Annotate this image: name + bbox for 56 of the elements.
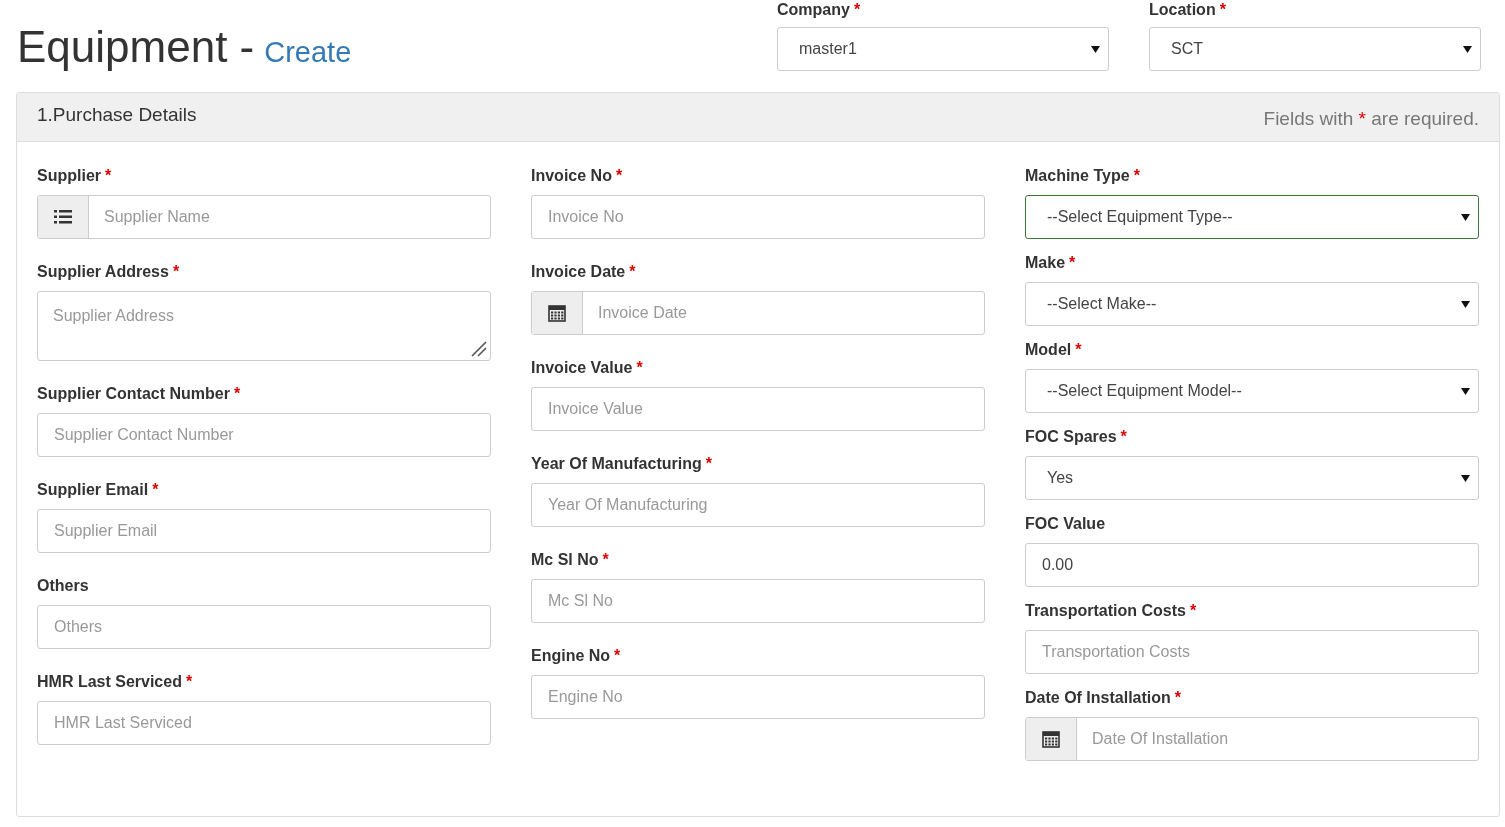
select-field[interactable]: SCT — [1149, 27, 1481, 71]
field-label: HMR Last Serviced * — [37, 672, 194, 692]
required-note: Fields with * are required. — [1263, 106, 1479, 131]
input-field[interactable]: 0.00 — [1025, 543, 1479, 587]
input-field[interactable]: Date Of Installation — [1025, 717, 1479, 761]
field-label: FOC Spares * — [1025, 427, 1128, 447]
input-field[interactable]: Others — [37, 605, 491, 649]
select-field[interactable]: --Select Equipment Type-- — [1025, 195, 1479, 239]
select-field[interactable]: Yes — [1025, 456, 1479, 500]
input-field[interactable]: Engine No — [531, 675, 985, 719]
input-field[interactable]: Invoice Date — [531, 291, 985, 335]
field-label: Model * — [1025, 340, 1083, 360]
page-subtitle: Create — [264, 35, 352, 70]
field-label: Supplier Email * — [37, 480, 160, 500]
input-field[interactable]: Supplier Contact Number — [37, 413, 491, 457]
caret-icon — [1461, 474, 1470, 482]
field-label: Year Of Manufacturing * — [531, 454, 713, 474]
field-label: Make * — [1025, 253, 1077, 273]
input-field[interactable]: Invoice Value — [531, 387, 985, 431]
input-field[interactable]: Mc Sl No — [531, 579, 985, 623]
field-label: Supplier Address * — [37, 262, 181, 282]
field-label: Date Of Installation * — [1025, 688, 1183, 708]
select-field[interactable]: master1 — [777, 27, 1109, 71]
field-label: Engine No * — [531, 646, 622, 666]
caret-icon — [1461, 213, 1470, 221]
field-label: Location * — [1149, 0, 1227, 20]
field-label: Company * — [777, 0, 862, 20]
field-label: Machine Type * — [1025, 166, 1141, 186]
select-field[interactable]: --Select Equipment Model-- — [1025, 369, 1479, 413]
page-title: Equipment - — [17, 22, 255, 72]
textarea-field[interactable]: Supplier Address — [37, 291, 491, 361]
field-label: Invoice Value * — [531, 358, 644, 378]
field-label: Invoice No * — [531, 166, 624, 186]
caret-icon — [1091, 45, 1100, 53]
input-field[interactable]: Year Of Manufacturing — [531, 483, 985, 527]
field-label: FOC Value — [1025, 514, 1107, 534]
input-field[interactable]: Transportation Costs — [1025, 630, 1479, 674]
input-field[interactable]: Supplier Email — [37, 509, 491, 553]
field-label: Transportation Costs * — [1025, 601, 1198, 621]
caret-icon — [1461, 300, 1470, 308]
field-label: Others — [37, 576, 90, 596]
list-icon — [54, 209, 72, 225]
calendar-icon — [1042, 730, 1060, 748]
caret-icon — [1461, 387, 1470, 395]
input-field[interactable]: Invoice No — [531, 195, 985, 239]
field-label: Mc Sl No * — [531, 550, 610, 570]
field-label: Supplier * — [37, 166, 113, 186]
resize-handle-icon[interactable] — [471, 341, 487, 357]
calendar-icon — [548, 304, 566, 322]
input-field[interactable]: Supplier Name — [37, 195, 491, 239]
caret-icon — [1463, 45, 1472, 53]
input-field[interactable]: HMR Last Serviced — [37, 701, 491, 745]
field-label: Invoice Date * — [531, 262, 637, 282]
field-label: Supplier Contact Number * — [37, 384, 242, 404]
select-field[interactable]: --Select Make-- — [1025, 282, 1479, 326]
panel-title: 1.Purchase Details — [37, 102, 197, 127]
